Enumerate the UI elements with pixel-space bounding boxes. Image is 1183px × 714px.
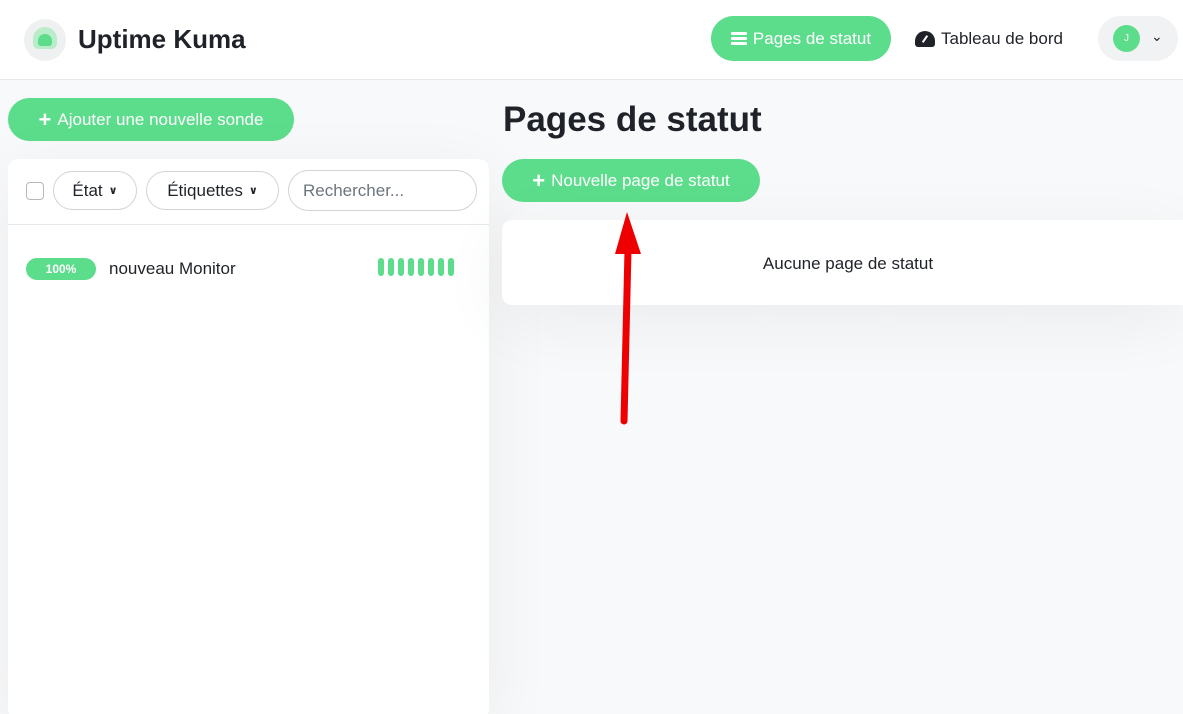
tachometer-icon [915,30,935,47]
chevron-down-icon: ∨ [108,185,118,197]
monitor-filter-bar: État ∨ Étiquettes ∨ [8,159,489,225]
add-monitor-button[interactable]: + Ajouter une nouvelle sonde [8,98,294,141]
heartbeat-beat [448,258,454,276]
monitor-list-panel: État ∨ Étiquettes ∨ 100% nouveau Monitor [8,159,489,714]
search-input[interactable] [288,170,477,211]
chevron-down-icon: ∨ [248,185,258,197]
nav-dashboard-label: Tableau de bord [941,28,1063,48]
annotation-arrow [615,212,641,425]
nav-dashboard-link[interactable]: Tableau de bord [915,16,1063,61]
nav-status-pages-label: Pages de statut [752,28,872,48]
tags-filter-dropdown[interactable]: Étiquettes ∨ [146,171,279,210]
plus-icon: + [38,106,52,132]
select-all-checkbox[interactable] [26,182,44,200]
page-title: Pages de statut [503,100,762,139]
heartbeat-beat [398,258,404,276]
app-logo[interactable] [24,19,66,61]
uptime-badge: 100% [26,258,96,280]
heartbeat-bar [378,258,454,276]
monitor-name: nouveau Monitor [109,259,236,278]
monitor-list-item[interactable]: 100% nouveau Monitor [8,249,489,285]
state-filter-label: État [72,180,103,200]
app-title[interactable]: Uptime Kuma [78,24,246,55]
heartbeat-beat [428,258,434,276]
chevron-down-icon: ⌄ [1151,28,1163,44]
avatar: J [1113,25,1140,52]
heartbeat-beat [378,258,384,276]
add-monitor-label: Ajouter une nouvelle sonde [57,109,264,129]
plus-icon: + [532,167,546,193]
state-filter-dropdown[interactable]: État ∨ [53,171,137,210]
top-navbar: Uptime Kuma Pages de statut Tableau de b… [0,0,1183,80]
nav-status-pages-button[interactable]: Pages de statut [711,16,891,61]
heartbeat-beat [408,258,414,276]
heartbeat-beat [438,258,444,276]
profile-dropdown[interactable]: J ⌄ [1098,16,1178,61]
tags-filter-label: Étiquettes [167,180,243,200]
logo-icon [33,27,57,49]
heartbeat-beat [418,258,424,276]
new-status-page-label: Nouvelle page de statut [551,170,730,190]
heartbeat-beat [388,258,394,276]
list-icon [730,31,747,46]
new-status-page-button[interactable]: + Nouvelle page de statut [502,159,760,202]
